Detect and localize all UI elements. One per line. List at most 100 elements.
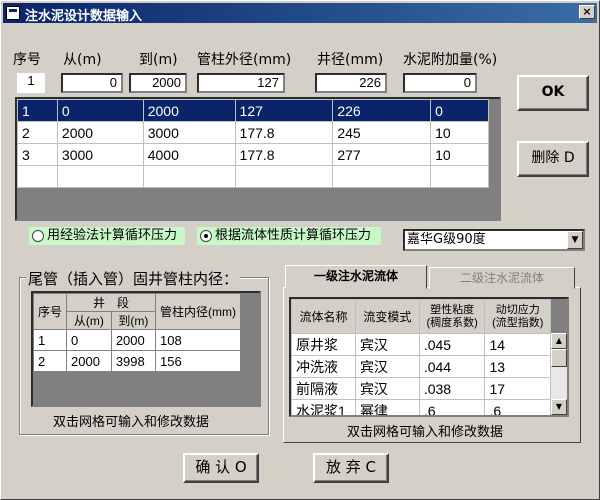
cell[interactable]: .038 — [418, 377, 486, 400]
cell[interactable]: 4000 — [142, 143, 236, 166]
seq-field[interactable]: 1 — [17, 73, 45, 93]
tab-stage2-fluid[interactable]: 二级注水泥流体 — [429, 267, 575, 289]
table-row[interactable]: 原井浆 宾汉 .045 14 — [291, 333, 551, 356]
well-diameter-field[interactable]: 226 — [315, 73, 387, 93]
label-from: 从(m) — [63, 52, 102, 68]
label-casing-od: 管柱外径(mm) — [197, 52, 292, 68]
casing-od-field[interactable]: 127 — [197, 73, 285, 93]
hdr-rheology-model: 流变模式 — [354, 299, 420, 334]
radio-empirical-dot[interactable] — [32, 230, 44, 242]
cell[interactable]: 3000 — [56, 143, 144, 166]
cell[interactable]: 水泥浆1 — [291, 399, 356, 415]
cell[interactable]: 冲洗液 — [291, 355, 356, 378]
cell[interactable]: 宾汉 — [354, 333, 420, 356]
table-row[interactable]: 2 2000 3998 156 — [33, 350, 242, 372]
label-cement-extra: 水泥附加量(%) — [403, 52, 498, 68]
cell[interactable]: 3 — [17, 143, 58, 166]
cell[interactable]: 14 — [484, 333, 551, 356]
cell[interactable]: 2000 — [110, 329, 156, 351]
close-button[interactable]: × — [579, 5, 595, 19]
scroll-down-icon[interactable]: ▼ — [551, 399, 567, 415]
cell[interactable]: 宾汉 — [354, 355, 420, 378]
cell[interactable]: 17 — [484, 377, 551, 400]
cell[interactable]: 幂律 — [354, 399, 420, 415]
cell[interactable]: 226 — [332, 99, 432, 122]
cell[interactable]: .045 — [418, 333, 486, 356]
table-row[interactable]: 2 2000 3000 177.8 245 10 — [17, 121, 489, 144]
hdr-seq: 序号 — [33, 293, 68, 330]
cell[interactable]: 0 — [430, 99, 489, 122]
hdr-inner-diameter: 管柱内径(mm) — [154, 293, 242, 330]
to-field[interactable]: 2000 — [129, 73, 187, 93]
cell[interactable]: 2000 — [56, 121, 144, 144]
hdr-fluid-name: 流体名称 — [291, 299, 356, 334]
cell[interactable]: 245 — [332, 121, 432, 144]
delete-button[interactable]: 删除 D — [517, 141, 589, 177]
cell[interactable]: 2 — [17, 121, 58, 144]
cell[interactable]: 宾汉 — [354, 377, 420, 400]
radio-rheology[interactable]: 根据流体性质计算循环压力 — [197, 227, 381, 245]
liner-grid[interactable]: 序号 井 段 管柱内径(mm) 从(m) 到(m) 1 0 2000 108 2… — [31, 291, 261, 407]
table-row[interactable]: 冲洗液 宾汉 .044 13 — [291, 355, 551, 378]
hdr-to: 到(m) — [110, 311, 156, 330]
window-title: 注水泥设计数据输入 — [25, 9, 143, 24]
cell[interactable]: 原井浆 — [291, 333, 356, 356]
abandon-button[interactable]: 放 弃 C — [313, 453, 389, 483]
table-row[interactable]: 1 0 2000 127 226 0 — [17, 99, 489, 122]
cell[interactable]: .6 — [418, 399, 486, 415]
cell[interactable]: 2 — [33, 350, 68, 372]
cement-slurry-combo[interactable]: 嘉华G级90度 ▼ — [403, 229, 585, 251]
cell[interactable]: 3000 — [142, 121, 236, 144]
confirm-button[interactable]: 确 认 O — [183, 453, 259, 483]
cell[interactable]: .044 — [418, 355, 486, 378]
cell[interactable]: 2000 — [66, 350, 112, 372]
cement-extra-field[interactable]: 0 — [403, 73, 477, 93]
scroll-up-icon[interactable]: ▲ — [551, 333, 567, 349]
cell[interactable]: 10 — [430, 143, 489, 166]
fluid-hint: 双击网格可输入和修改数据 — [347, 425, 504, 440]
title-bar[interactable]: 注水泥设计数据输入 × — [3, 3, 597, 24]
liner-hint: 双击网格可输入和修改数据 — [53, 415, 210, 430]
cell[interactable]: 10 — [430, 121, 489, 144]
combo-value: 嘉华G级90度 — [407, 232, 486, 247]
cell[interactable]: 前隔液 — [291, 377, 356, 400]
hdr-section: 井 段 — [66, 293, 156, 312]
dialog-window: 注水泥设计数据输入 × 序号 从(m) 到(m) 管柱外径(mm) 井径(mm)… — [0, 0, 600, 500]
cell[interactable]: 2000 — [142, 99, 236, 122]
label-to: 到(m) — [139, 52, 178, 68]
app-icon — [6, 6, 20, 20]
cell[interactable]: 177.8 — [234, 143, 334, 166]
ok-button[interactable]: OK — [517, 75, 589, 111]
cell[interactable]: 156 — [154, 350, 242, 372]
cell[interactable]: 13 — [484, 355, 551, 378]
cell[interactable]: 127 — [234, 99, 334, 122]
radio-rheology-label: 根据流体性质计算循环压力 — [215, 228, 372, 243]
table-row[interactable]: 水泥浆1 幂律 .6 .6 — [291, 399, 551, 415]
chevron-down-icon[interactable]: ▼ — [567, 231, 583, 249]
cell[interactable]: 108 — [154, 329, 242, 351]
tab-stage1-fluid[interactable]: 一级注水泥流体 — [285, 265, 427, 289]
interval-grid[interactable]: 1 0 2000 127 226 0 2 2000 3000 177.8 245… — [15, 97, 501, 221]
hdr-plastic-viscosity: 塑性粘度(稠度系数) — [418, 299, 486, 334]
table-row[interactable]: 3 3000 4000 177.8 277 10 — [17, 143, 489, 166]
scroll-thumb[interactable] — [551, 349, 567, 367]
cell[interactable]: 1 — [33, 329, 68, 351]
table-row-empty[interactable] — [17, 165, 489, 188]
cell[interactable]: .6 — [484, 399, 551, 415]
cell[interactable]: 0 — [56, 99, 144, 122]
cell[interactable]: 3998 — [110, 350, 156, 372]
cell[interactable]: 277 — [332, 143, 432, 166]
cell[interactable]: 177.8 — [234, 121, 334, 144]
radio-empirical[interactable]: 用经验法计算循环压力 — [29, 227, 185, 245]
cell[interactable]: 0 — [66, 329, 112, 351]
liner-group-title: 尾管（插入管）固井管柱内径： — [26, 268, 241, 289]
radio-rheology-dot[interactable] — [200, 230, 212, 242]
table-row[interactable]: 1 0 2000 108 — [33, 329, 242, 351]
fluid-grid[interactable]: 流体名称 流变模式 塑性粘度(稠度系数) 动切应力(流型指数) 原井浆 宾汉 .… — [289, 297, 569, 417]
cell[interactable]: 1 — [17, 99, 58, 122]
from-field[interactable]: 0 — [61, 73, 123, 93]
hdr-from: 从(m) — [66, 311, 112, 330]
fluid-grid-scrollbar[interactable]: ▲ ▼ — [551, 333, 567, 415]
label-well-diameter: 井径(mm) — [317, 52, 384, 68]
table-row[interactable]: 前隔液 宾汉 .038 17 — [291, 377, 551, 400]
